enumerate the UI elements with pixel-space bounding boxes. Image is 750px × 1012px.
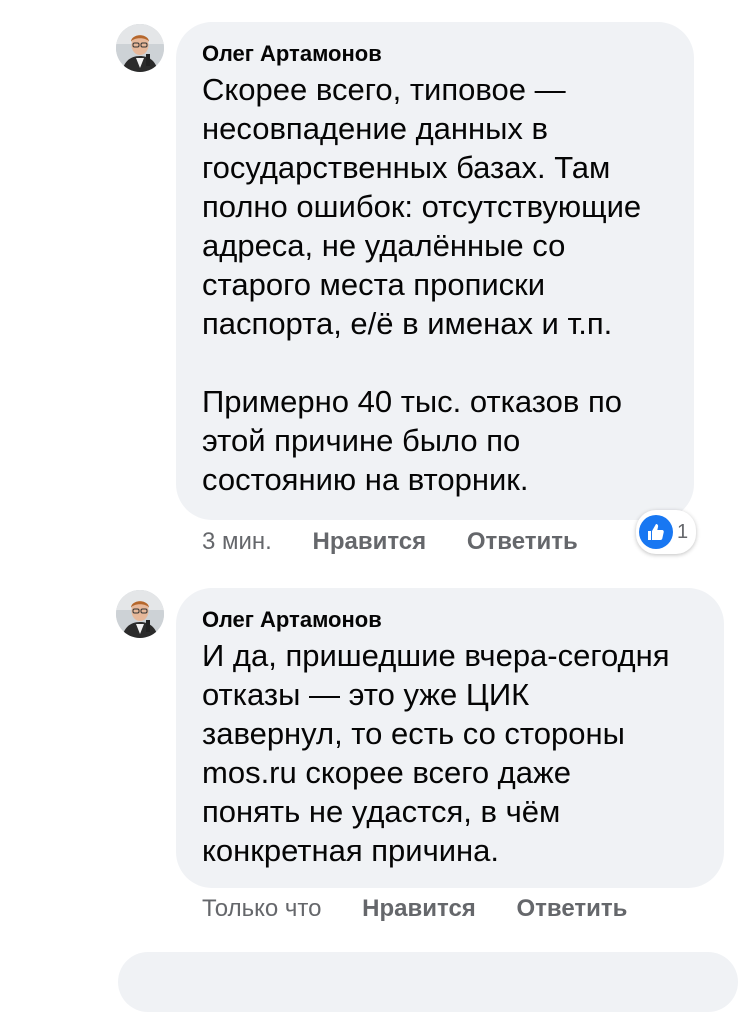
comment-actions: Только что Нравится Ответить bbox=[202, 894, 661, 924]
avatar-photo-icon bbox=[116, 590, 164, 638]
reply-button[interactable]: Ответить bbox=[516, 894, 627, 924]
comment-text: И да, пришедшие вчера-сегодня отказы — э… bbox=[202, 638, 670, 868]
comment-text: Скорее всего, типовое — несовпадение дан… bbox=[202, 72, 642, 497]
comment-timestamp[interactable]: Только что bbox=[202, 894, 321, 924]
comment-bubble: Олег Артамонов И да, пришедшие вчера-сег… bbox=[176, 588, 724, 888]
like-button[interactable]: Нравится bbox=[362, 894, 476, 924]
author-avatar[interactable] bbox=[116, 590, 164, 638]
comment-author[interactable]: Олег Артамонов bbox=[202, 606, 698, 634]
thumbs-up-icon bbox=[639, 515, 673, 549]
reaction-summary[interactable]: 1 bbox=[636, 510, 697, 554]
next-comment-bubble bbox=[118, 952, 738, 1012]
author-avatar[interactable] bbox=[116, 24, 164, 72]
comment-bubble: Олег Артамонов Скорее всего, типовое — н… bbox=[176, 22, 694, 520]
comment-timestamp[interactable]: 3 мин. bbox=[202, 527, 272, 557]
comment-author[interactable]: Олег Артамонов bbox=[202, 40, 668, 68]
reaction-count: 1 bbox=[677, 520, 689, 543]
comment-actions: 3 мин. Нравится Ответить bbox=[202, 527, 612, 557]
like-button[interactable]: Нравится bbox=[313, 527, 427, 557]
avatar-photo-icon bbox=[116, 24, 164, 72]
reply-button[interactable]: Ответить bbox=[467, 527, 578, 557]
